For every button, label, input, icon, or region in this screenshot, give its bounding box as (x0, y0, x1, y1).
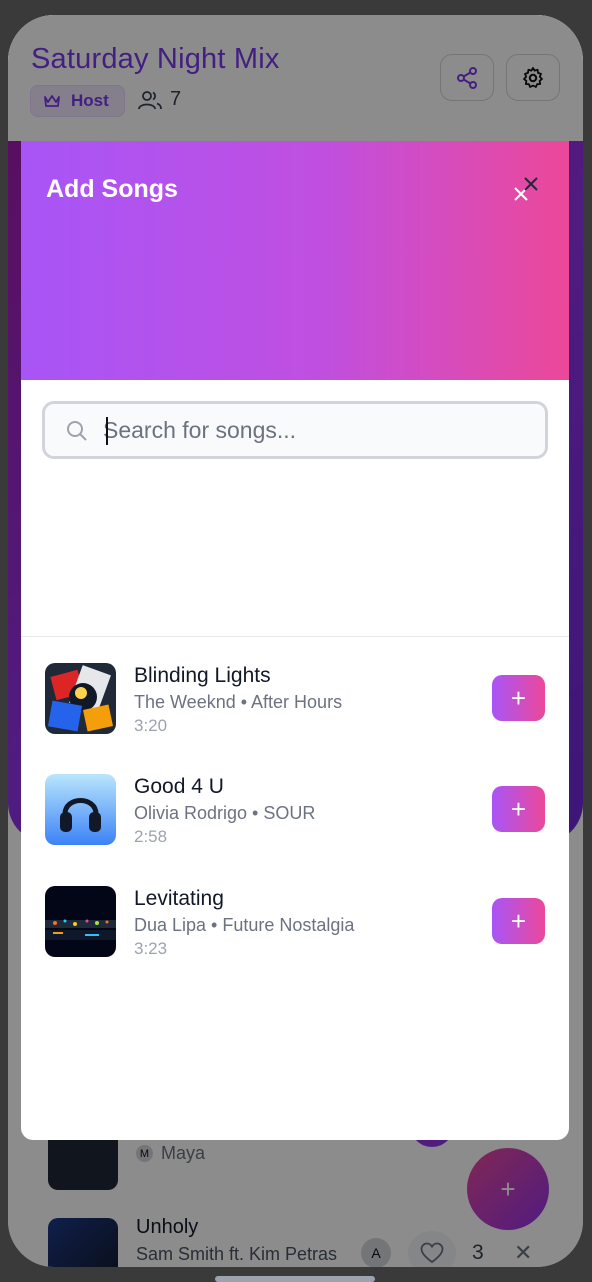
search-box[interactable] (42, 401, 548, 459)
close-button[interactable] (508, 175, 538, 205)
song-artist-album: Olivia Rodrigo • SOUR (134, 803, 316, 823)
add-song-button[interactable]: + (492, 675, 545, 721)
song-title: Good 4 U (134, 775, 224, 798)
album-art (45, 886, 116, 957)
song-artist-album: Dua Lipa • Future Nostalgia (134, 915, 355, 935)
close-icon (514, 177, 538, 201)
home-indicator (215, 1276, 375, 1282)
search-icon (67, 421, 87, 441)
album-art (45, 663, 116, 734)
album-art-levitating (45, 886, 116, 957)
add-song-button[interactable]: + (492, 898, 545, 944)
search-result-row[interactable]: Levitating Dua Lipa • Future Nostalgia 3… (21, 886, 569, 986)
results-divider (21, 636, 569, 637)
song-duration: 3:23 (134, 939, 168, 958)
song-duration: 3:20 (134, 716, 168, 735)
modal-title: Add Songs (46, 175, 178, 203)
search-input[interactable] (103, 410, 523, 450)
song-title: Levitating (134, 887, 224, 910)
add-songs-modal: Add Songs Bli (21, 141, 569, 1140)
album-art (45, 774, 116, 845)
search-result-row[interactable]: Blinding Lights The Weeknd • After Hours… (21, 663, 569, 763)
modal-header: Add Songs (21, 141, 569, 380)
song-title: Blinding Lights (134, 664, 271, 687)
song-duration: 2:58 (134, 827, 168, 846)
add-song-button[interactable]: + (492, 786, 545, 832)
song-artist-album: The Weeknd • After Hours (134, 692, 343, 712)
headphones-art (45, 774, 116, 845)
album-art-blinding-lights (45, 663, 116, 734)
search-result-row[interactable]: Good 4 U Olivia Rodrigo • SOUR 2:58 + (21, 774, 569, 874)
text-caret (106, 417, 108, 445)
